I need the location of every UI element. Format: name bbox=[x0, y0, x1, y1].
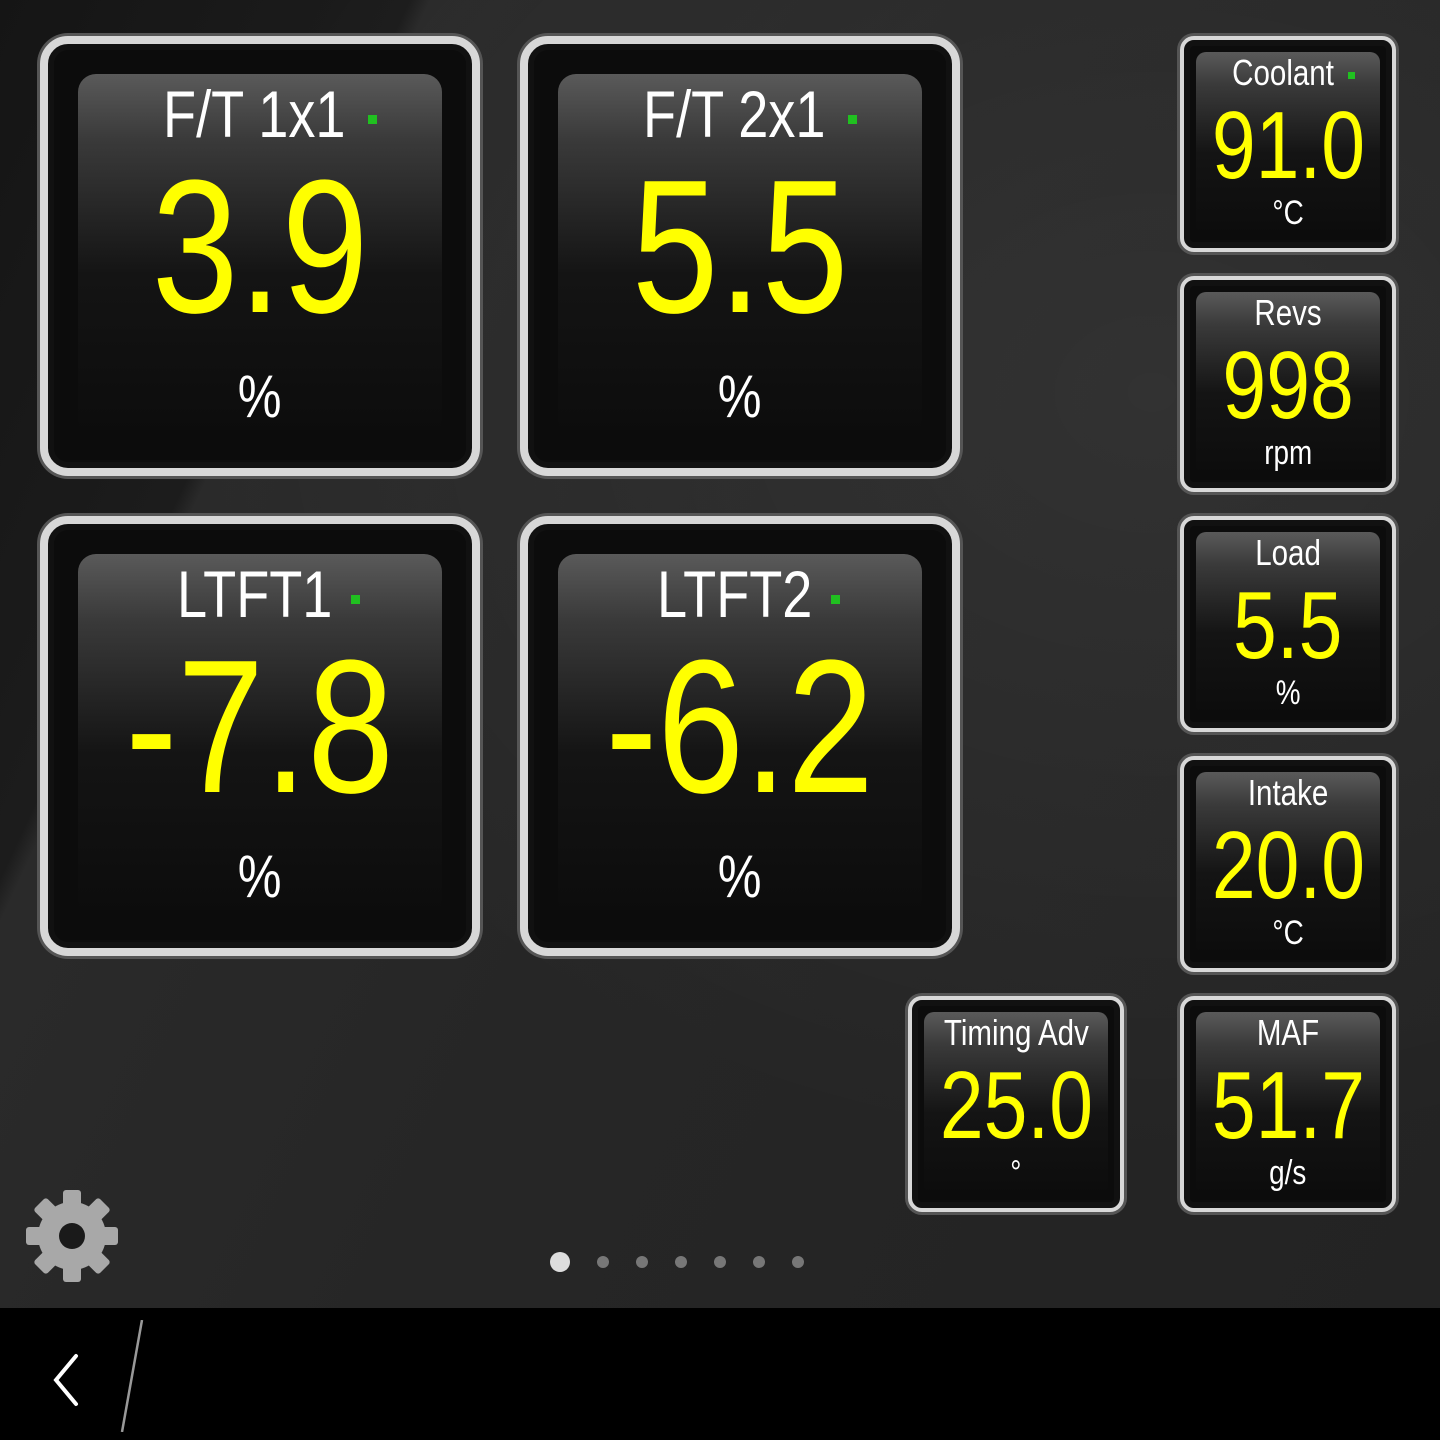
gauge-ltft1[interactable]: LTFT1 -7.8 % bbox=[40, 516, 480, 956]
gauge-value-text: 20.0 bbox=[1211, 812, 1365, 919]
status-indicator bbox=[351, 595, 361, 605]
gauge-value: 25.0 bbox=[912, 1058, 1120, 1154]
gauge-value-text: 51.7 bbox=[1211, 1052, 1365, 1159]
gauge-unit: g/s bbox=[1184, 1154, 1392, 1193]
status-indicator bbox=[367, 115, 377, 125]
gauge-label-text: Load bbox=[1255, 532, 1321, 573]
gauge-value: 5.5 bbox=[1184, 578, 1392, 674]
gauge-label-text: Intake bbox=[1247, 772, 1329, 813]
status-indicator bbox=[847, 115, 857, 125]
gauge-ltft2[interactable]: LTFT2 -6.2 % bbox=[520, 516, 960, 956]
gauge-unit: % bbox=[528, 362, 952, 431]
gauge-unit: % bbox=[1184, 674, 1392, 713]
gauge-label: MAF bbox=[1184, 1012, 1392, 1054]
gauge-unit: % bbox=[48, 842, 472, 911]
gauge-value: 5.5 bbox=[528, 152, 952, 342]
gauge-unit: °C bbox=[1184, 914, 1392, 953]
gauge-label-text: Revs bbox=[1254, 292, 1322, 333]
gauge-f-t-1x1[interactable]: F/T 1x1 3.9 % bbox=[40, 36, 480, 476]
page-dot-1[interactable] bbox=[550, 1252, 570, 1272]
gauge-unit-text: rpm bbox=[1263, 434, 1313, 472]
gauge-label: Timing Adv bbox=[912, 1012, 1120, 1054]
gauge-load[interactable]: Load 5.5 % bbox=[1180, 516, 1396, 732]
gauge-f-t-2x1[interactable]: F/T 2x1 5.5 % bbox=[520, 36, 960, 476]
gauge-unit-text: °C bbox=[1272, 914, 1304, 952]
gauge-value: 998 bbox=[1184, 338, 1392, 434]
page-dot-3[interactable] bbox=[636, 1256, 648, 1268]
gauge-value-text: 91.0 bbox=[1211, 92, 1365, 199]
gauge-value-text: 3.9 bbox=[151, 141, 369, 353]
gauge-unit: rpm bbox=[1184, 434, 1392, 473]
gauge-label-text: Coolant bbox=[1232, 52, 1335, 93]
gauge-unit: % bbox=[528, 842, 952, 911]
gauge-value: 51.7 bbox=[1184, 1058, 1392, 1154]
gauge-label: Load bbox=[1184, 532, 1392, 574]
gauge-maf[interactable]: MAF 51.7 g/s bbox=[1180, 996, 1396, 1212]
page-dot-6[interactable] bbox=[753, 1256, 765, 1268]
page-indicator bbox=[550, 1252, 804, 1272]
gauge-coolant[interactable]: Coolant 91.0 °C bbox=[1180, 36, 1396, 252]
gauge-value-text: 5.5 bbox=[631, 141, 849, 353]
gauge-label: Revs bbox=[1184, 292, 1392, 334]
gauge-value: 91.0 bbox=[1184, 98, 1392, 194]
gear-icon[interactable] bbox=[22, 1186, 122, 1286]
gauge-value-text: 998 bbox=[1222, 332, 1354, 439]
gauge-unit-text: g/s bbox=[1269, 1154, 1307, 1192]
gauge-timing-adv[interactable]: Timing Adv 25.0 ° bbox=[908, 996, 1124, 1212]
gauge-value: -6.2 bbox=[528, 632, 952, 822]
gauge-value: 20.0 bbox=[1184, 818, 1392, 914]
gauge-label: Intake bbox=[1184, 772, 1392, 814]
gauge-unit: ° bbox=[912, 1154, 1120, 1193]
gauge-intake[interactable]: Intake 20.0 °C bbox=[1180, 756, 1396, 972]
gauge-unit: % bbox=[48, 362, 472, 431]
gauge-label-text: MAF bbox=[1256, 1012, 1320, 1053]
page-dot-5[interactable] bbox=[714, 1256, 726, 1268]
gauge-unit-text: % bbox=[718, 843, 762, 910]
status-indicator bbox=[1347, 71, 1355, 79]
page-dot-7[interactable] bbox=[792, 1256, 804, 1268]
back-chevron-icon[interactable] bbox=[40, 1348, 100, 1408]
status-indicator bbox=[831, 595, 841, 605]
page-dot-2[interactable] bbox=[597, 1256, 609, 1268]
gauge-unit-text: % bbox=[718, 363, 762, 430]
divider bbox=[120, 1320, 144, 1432]
navigation-bar bbox=[0, 1308, 1440, 1440]
gauge-unit-text: % bbox=[1275, 674, 1301, 712]
gauge-value: 3.9 bbox=[48, 152, 472, 342]
gauge-value-text: -7.8 bbox=[125, 621, 395, 833]
gauge-unit-text: % bbox=[238, 363, 282, 430]
gauge-value: -7.8 bbox=[48, 632, 472, 822]
page-dot-4[interactable] bbox=[675, 1256, 687, 1268]
gauge-unit-text: % bbox=[238, 843, 282, 910]
gauge-label-text: Timing Adv bbox=[943, 1012, 1089, 1053]
gauge-unit-text: °C bbox=[1272, 194, 1304, 232]
gauge-revs[interactable]: Revs 998 rpm bbox=[1180, 276, 1396, 492]
gauge-value-text: -6.2 bbox=[605, 621, 875, 833]
gauge-value-text: 25.0 bbox=[939, 1052, 1093, 1159]
gauge-value-text: 5.5 bbox=[1233, 572, 1343, 679]
gauge-unit: °C bbox=[1184, 194, 1392, 233]
gauge-label: Coolant bbox=[1184, 52, 1392, 94]
gauge-unit-text: ° bbox=[1010, 1154, 1022, 1192]
